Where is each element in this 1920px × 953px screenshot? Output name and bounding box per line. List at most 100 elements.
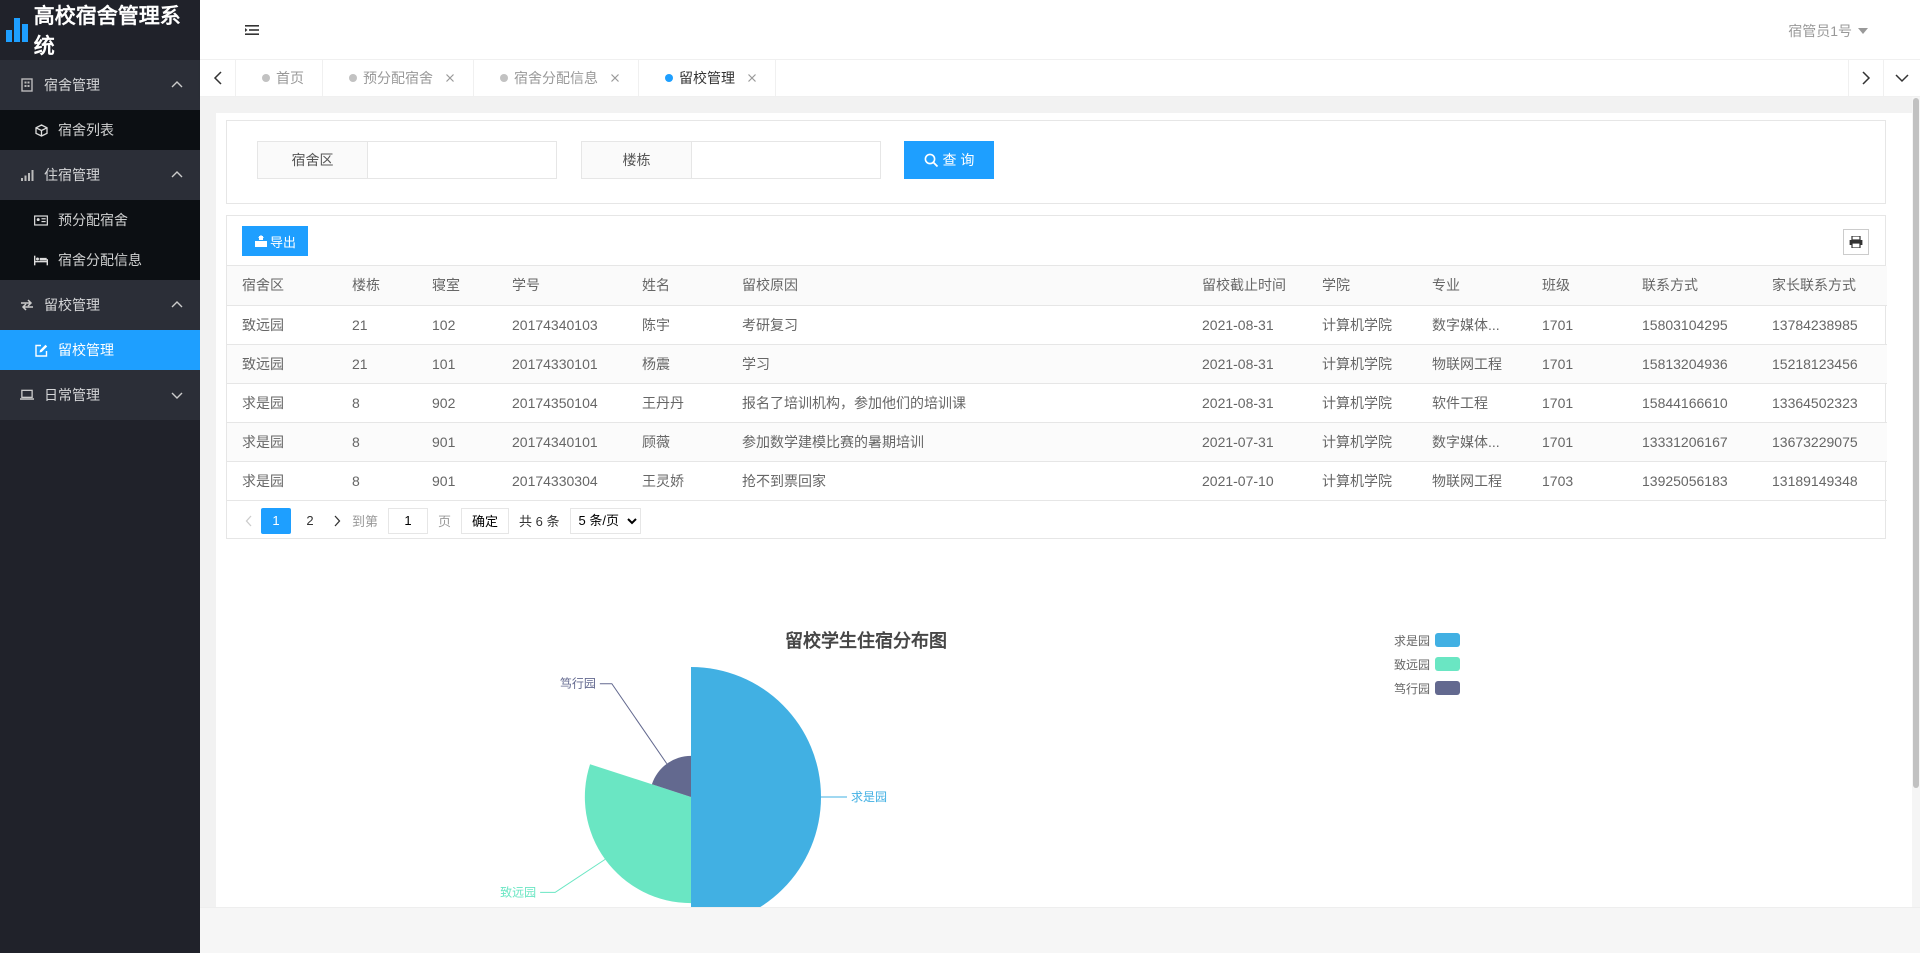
pagination: 1 2 到第 页 确定 共 6 条 5 条/页 bbox=[227, 501, 1885, 541]
table-row[interactable]: 求是园 8 902 20174350104 王丹丹 报名了培训机构，参加他们的培训课 202… bbox=[227, 383, 1887, 423]
area-input[interactable] bbox=[368, 142, 556, 178]
table-cell: 8 bbox=[337, 383, 417, 423]
table-cell: 901 bbox=[417, 461, 497, 501]
table-row[interactable]: 求是园 8 901 20174330304 王灵娇 抢不到票回家 2021-07-10 计算机… bbox=[227, 461, 1887, 501]
table-row[interactable]: 致远园 21 101 20174330101 杨震 学习 2021-08-31 计算机学院 物联… bbox=[227, 344, 1887, 384]
nav-item-label: 住宿管理 bbox=[44, 167, 100, 183]
user-menu[interactable]: 宿管员1号 bbox=[1788, 21, 1868, 41]
column-header[interactable]: 楼栋 bbox=[337, 266, 417, 306]
nav-group-stay: 留校管理 留校管理 bbox=[0, 280, 200, 370]
header: 宿管员1号 bbox=[200, 0, 1920, 60]
nav-item-dorm-management[interactable]: 宿舍管理 bbox=[0, 60, 200, 110]
nav-item-stay-management-page[interactable]: 留校管理 bbox=[0, 330, 200, 370]
nav-item-daily-management[interactable]: 日常管理 bbox=[0, 370, 200, 420]
table-row[interactable]: 求是园 8 901 20174340101 顾薇 参加数学建模比赛的暑期培训 2021-07… bbox=[227, 422, 1887, 462]
page-number[interactable]: 1 bbox=[261, 507, 291, 534]
nav-item-dorm-list[interactable]: 宿舍列表 bbox=[0, 110, 200, 150]
tab-stay-management[interactable]: 留校管理 bbox=[639, 60, 776, 96]
query-button[interactable]: 查 询 bbox=[904, 141, 994, 179]
column-header[interactable]: 留校截止时间 bbox=[1187, 266, 1307, 306]
column-header[interactable]: 寝室 bbox=[417, 266, 497, 306]
pie-slice[interactable] bbox=[691, 667, 821, 907]
goto-page-input[interactable] bbox=[388, 507, 429, 534]
close-icon[interactable] bbox=[747, 73, 757, 83]
table-row[interactable]: 致远园 21 102 20174340103 陈宇 考研复习 2021-08-31 计算机学院… bbox=[227, 305, 1887, 345]
chevron-down-icon bbox=[1895, 74, 1909, 83]
table-cell: 2021-08-31 bbox=[1187, 383, 1307, 423]
table-cell: 报名了培训机构，参加他们的培训课 bbox=[727, 383, 1187, 423]
id-card-icon bbox=[34, 213, 48, 227]
close-icon[interactable] bbox=[445, 73, 455, 83]
chevron-left-icon bbox=[213, 71, 222, 85]
page-scrollbar[interactable] bbox=[1912, 97, 1920, 907]
nav-item-stay-management[interactable]: 留校管理 bbox=[0, 280, 200, 330]
tabs-scroll-right-button[interactable] bbox=[1848, 60, 1884, 96]
column-header[interactable]: 班级 bbox=[1527, 266, 1627, 306]
table-cell: 1701 bbox=[1527, 422, 1627, 462]
content-card: 宿舍区 楼栋 查 询 导出 宿舍区 楼栋 寝室 学号 姓名 留校原因 留校截止时… bbox=[216, 113, 1916, 907]
table-cell: 13189149348 bbox=[1757, 461, 1887, 501]
table-cell: 杨震 bbox=[627, 344, 727, 384]
app-title: 高校宿舍管理系统 bbox=[33, 5, 181, 58]
tab-label: 留校管理 bbox=[679, 70, 735, 86]
table-header-row: 宿舍区 楼栋 寝室 学号 姓名 留校原因 留校截止时间 学院 专业 班级 联系方… bbox=[227, 266, 1887, 306]
column-header[interactable]: 家长联系方式 bbox=[1757, 266, 1887, 306]
exchange-icon bbox=[20, 298, 34, 312]
table-cell: 1701 bbox=[1527, 383, 1627, 423]
nav-item-label: 宿舍管理 bbox=[44, 77, 100, 93]
table-cell: 计算机学院 bbox=[1307, 344, 1417, 384]
goto-confirm-button[interactable]: 确定 bbox=[461, 507, 510, 534]
page-number[interactable]: 2 bbox=[295, 508, 325, 534]
tab-dot bbox=[665, 74, 673, 82]
tab-pre-allocate[interactable]: 预分配宿舍 bbox=[323, 60, 474, 96]
table-cell: 20174350104 bbox=[497, 383, 627, 423]
footer bbox=[200, 907, 1920, 953]
building-input[interactable] bbox=[692, 142, 880, 178]
laptop-icon bbox=[20, 388, 34, 402]
column-header[interactable]: 宿舍区 bbox=[227, 266, 337, 306]
tab-dot bbox=[262, 74, 270, 82]
column-header[interactable]: 学号 bbox=[497, 266, 627, 306]
column-header[interactable]: 学院 bbox=[1307, 266, 1417, 306]
nav-item-lodging-management[interactable]: 住宿管理 bbox=[0, 150, 200, 200]
close-icon[interactable] bbox=[610, 73, 620, 83]
nav-item-allocation-info[interactable]: 宿舍分配信息 bbox=[0, 240, 200, 280]
tab-allocation-info[interactable]: 宿舍分配信息 bbox=[474, 60, 639, 96]
column-header[interactable]: 联系方式 bbox=[1627, 266, 1757, 306]
tabs-menu-button[interactable] bbox=[1884, 60, 1920, 96]
nav-item-label: 留校管理 bbox=[44, 297, 100, 313]
pie-label: 笃行园 bbox=[560, 677, 596, 691]
column-header[interactable]: 姓名 bbox=[627, 266, 727, 306]
column-header[interactable]: 留校原因 bbox=[727, 266, 1187, 306]
area-label: 宿舍区 bbox=[258, 142, 368, 178]
goto-prefix: 到第 bbox=[352, 514, 379, 529]
table-cell: 13331206167 bbox=[1627, 422, 1757, 462]
nav-item-pre-allocate[interactable]: 预分配宿舍 bbox=[0, 200, 200, 240]
table-cell: 1701 bbox=[1527, 305, 1627, 345]
nav-item-label: 预分配宿舍 bbox=[58, 212, 128, 228]
scrollbar-thumb[interactable] bbox=[1913, 98, 1919, 788]
building-field: 楼栋 bbox=[581, 141, 881, 179]
next-page-button[interactable] bbox=[327, 508, 347, 534]
table-cell: 15803104295 bbox=[1627, 305, 1757, 345]
table-cell: 软件工程 bbox=[1417, 383, 1527, 423]
table-cell: 顾薇 bbox=[627, 422, 727, 462]
query-label: 查 询 bbox=[942, 152, 975, 168]
export-button[interactable]: 导出 bbox=[242, 226, 308, 256]
area-field: 宿舍区 bbox=[257, 141, 557, 179]
nav-item-label: 宿舍列表 bbox=[58, 122, 114, 138]
tab-home[interactable]: 首页 bbox=[236, 60, 323, 96]
chart-area: 留校学生住宿分布图 求是园 致远园 笃行园 求是园 致远园 笃行园 bbox=[226, 583, 1886, 907]
menu-toggle-icon[interactable] bbox=[244, 22, 260, 38]
page-size-select[interactable]: 5 条/页 bbox=[569, 507, 641, 534]
chevron-right-icon bbox=[334, 515, 341, 526]
tab-label: 首页 bbox=[276, 70, 304, 86]
table-cell: 13673229075 bbox=[1757, 422, 1887, 462]
tab-label: 宿舍分配信息 bbox=[514, 70, 598, 86]
building-label: 楼栋 bbox=[582, 142, 692, 178]
prev-page-button[interactable] bbox=[239, 508, 259, 534]
table-cell: 数字媒体... bbox=[1417, 422, 1527, 462]
tabs-scroll-left-button[interactable] bbox=[200, 60, 236, 96]
print-button[interactable] bbox=[1843, 229, 1869, 255]
column-header[interactable]: 专业 bbox=[1417, 266, 1527, 306]
